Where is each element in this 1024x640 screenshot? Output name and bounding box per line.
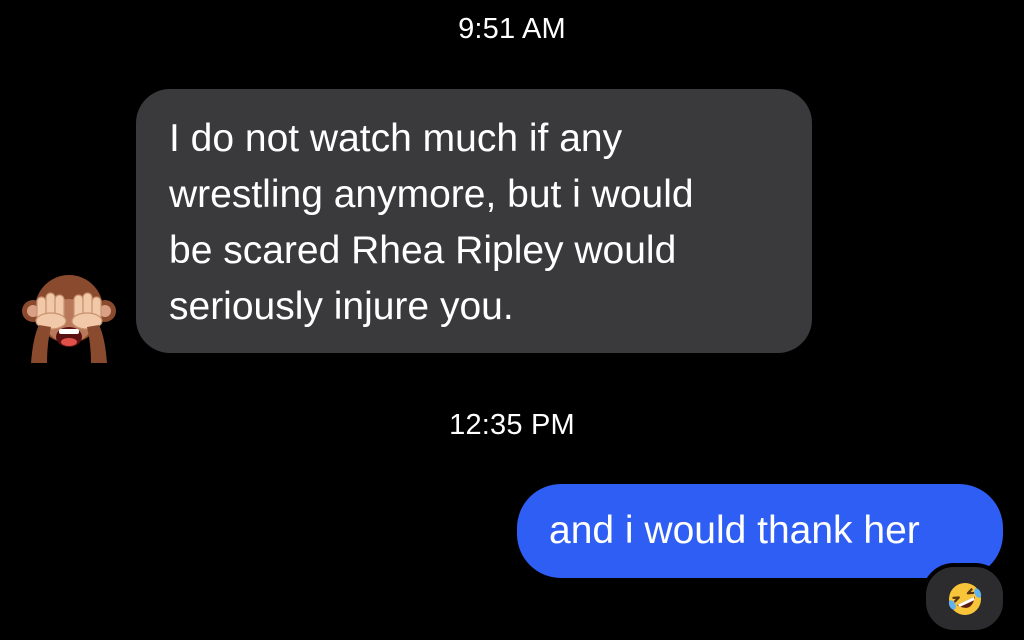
message-text: I do not watch much if any wrestling any…	[169, 117, 694, 328]
received-message-bubble[interactable]: I do not watch much if any wrestling any…	[136, 89, 812, 353]
message-reaction[interactable]	[922, 563, 1007, 634]
message-text: and i would thank her	[549, 509, 920, 552]
timestamp: 9:51 AM	[458, 13, 566, 45]
see-no-evil-monkey-icon[interactable]	[17, 263, 121, 367]
timestamp: 12:35 PM	[449, 409, 575, 441]
rolling-on-floor-laughing-icon	[948, 582, 981, 615]
sent-message-bubble[interactable]: and i would thank her	[517, 484, 1003, 578]
